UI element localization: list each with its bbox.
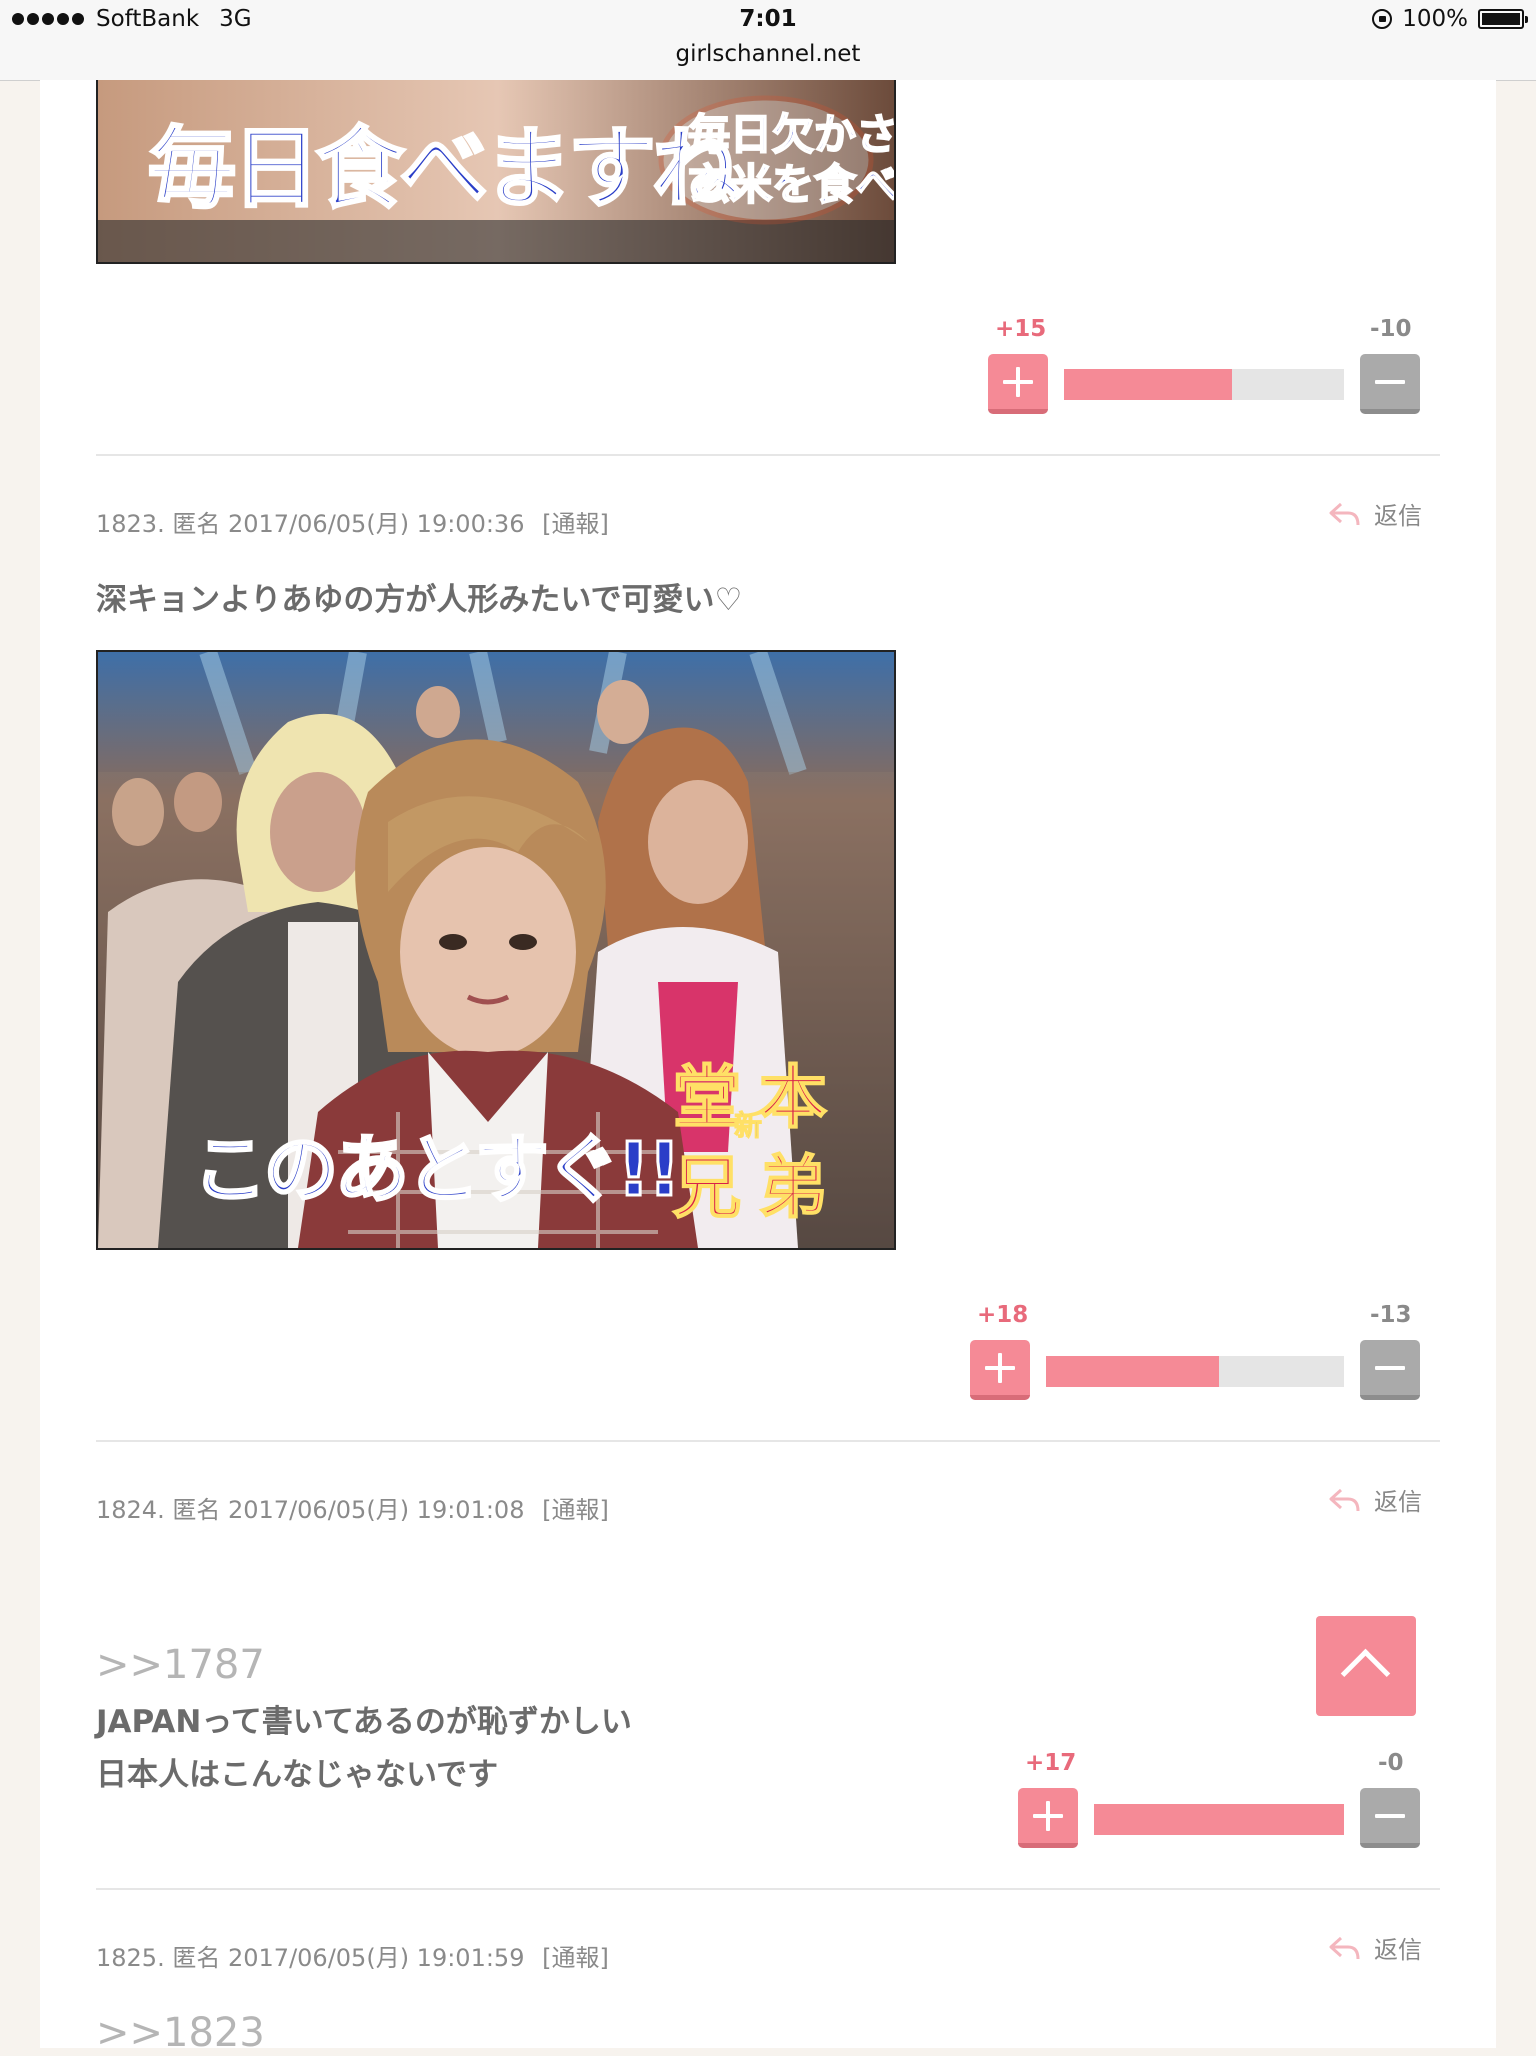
comment-datetime: 2017/06/05(月) 19:01:59 xyxy=(228,1944,525,1972)
post-image[interactable]: 毎日食べますね 毎日欠かさず 玄米を食べる xyxy=(96,80,896,264)
divider xyxy=(96,1888,1440,1890)
plus-count: +17 xyxy=(1025,1750,1077,1776)
reply-arrow-icon xyxy=(1329,1936,1360,1959)
comment-text: JAPANって書いてあるのが恥ずかしい 日本人はこんなじゃないです xyxy=(96,1696,632,1802)
address-bar-url[interactable]: girlschannel.net xyxy=(0,41,1536,67)
comment-meta: 1825. 匿名 2017/06/05(月) 19:01:59 [通報] xyxy=(96,1938,609,1973)
reply-label: 返信 xyxy=(1374,1936,1422,1964)
comment-meta: 1823. 匿名 2017/06/05(月) 19:00:36 [通報] xyxy=(96,504,609,539)
comments-panel: 毎日食べますね 毎日欠かさず 玄米を食べる +15 -10 1823. 匿名 2… xyxy=(40,80,1496,2056)
vote-ratio-bar xyxy=(1094,1804,1344,1835)
plus-vote-button[interactable] xyxy=(1018,1788,1078,1848)
comment-number: 1825. xyxy=(96,1944,165,1972)
reply-arrow-icon xyxy=(1329,1488,1360,1511)
reply-label: 返信 xyxy=(1374,502,1422,530)
image-label: 兄弟 xyxy=(672,1148,846,1229)
report-link[interactable]: [通報] xyxy=(542,510,609,538)
reply-button[interactable]: 返信 xyxy=(1328,1482,1422,1517)
plus-count: +18 xyxy=(977,1302,1029,1328)
vote-ratio-fill xyxy=(1046,1356,1219,1387)
comment-meta: 1824. 匿名 2017/06/05(月) 19:01:08 [通報] xyxy=(96,1490,609,1525)
reply-anchor-link[interactable]: >>1823 xyxy=(96,2010,265,2056)
divider xyxy=(96,1440,1440,1442)
vote-ratio-bar xyxy=(1064,369,1344,400)
minus-count: -10 xyxy=(1370,316,1412,342)
vote-ratio-bar xyxy=(1046,1356,1344,1387)
minus-count: -13 xyxy=(1370,1302,1412,1328)
comment-datetime: 2017/06/05(月) 19:01:08 xyxy=(228,1496,525,1524)
image-caption: 毎日食べますね xyxy=(146,116,741,222)
device-status: 100% xyxy=(1372,6,1528,32)
battery-percent: 100% xyxy=(1402,6,1468,32)
vote-ratio-fill xyxy=(1094,1804,1344,1835)
comment-number: 1824. xyxy=(96,1496,165,1524)
post-image[interactable]: このあとすぐ!! 堂本 新 兄弟 xyxy=(96,650,896,1250)
divider xyxy=(96,454,1440,456)
comment-datetime: 2017/06/05(月) 19:00:36 xyxy=(228,510,525,538)
minus-vote-button[interactable] xyxy=(1360,354,1420,414)
image-caption: このあとすぐ!! xyxy=(191,1126,682,1215)
plus-count: +15 xyxy=(995,316,1047,342)
comment-author: 匿名 xyxy=(172,1944,221,1972)
reply-anchor-link[interactable]: >>1787 xyxy=(96,1642,265,1688)
minus-count: -0 xyxy=(1378,1750,1404,1776)
comment-text: 深キョンよりあゆの方が人形みたいで可愛い♡ xyxy=(96,582,743,618)
reply-button[interactable]: 返信 xyxy=(1328,1930,1422,1965)
image-subcaption-line: 玄米を食べる xyxy=(687,159,896,210)
comment-number: 1823. xyxy=(96,510,165,538)
comment-author: 匿名 xyxy=(172,1496,221,1524)
status-bar: SoftBank 3G 7:01 girlschannel.net 100% xyxy=(0,0,1536,81)
plus-vote-button[interactable] xyxy=(970,1340,1030,1400)
report-link[interactable]: [通報] xyxy=(542,1496,609,1524)
scroll-to-top-button[interactable] xyxy=(1316,1616,1416,1716)
report-link[interactable]: [通報] xyxy=(542,1944,609,1972)
minus-vote-button[interactable] xyxy=(1360,1340,1420,1400)
battery-icon xyxy=(1478,9,1528,29)
clock: 7:01 xyxy=(739,6,797,32)
comment-author: 匿名 xyxy=(172,510,221,538)
minus-vote-button[interactable] xyxy=(1360,1788,1420,1848)
plus-vote-button[interactable] xyxy=(988,354,1048,414)
reply-button[interactable]: 返信 xyxy=(1328,496,1422,531)
reply-arrow-icon xyxy=(1329,502,1360,525)
comment-text-line: JAPANって書いてあるのが恥ずかしい xyxy=(96,1704,632,1740)
comment-text-line: 日本人はこんなじゃないです xyxy=(96,1757,499,1793)
image-subcaption: 毎日欠かさず 玄米を食べる xyxy=(687,109,896,210)
rotation-lock-icon xyxy=(1372,9,1393,29)
reply-label: 返信 xyxy=(1374,1488,1422,1516)
vote-ratio-fill xyxy=(1064,369,1232,400)
image-subcaption-line: 毎日欠かさず xyxy=(687,109,896,160)
